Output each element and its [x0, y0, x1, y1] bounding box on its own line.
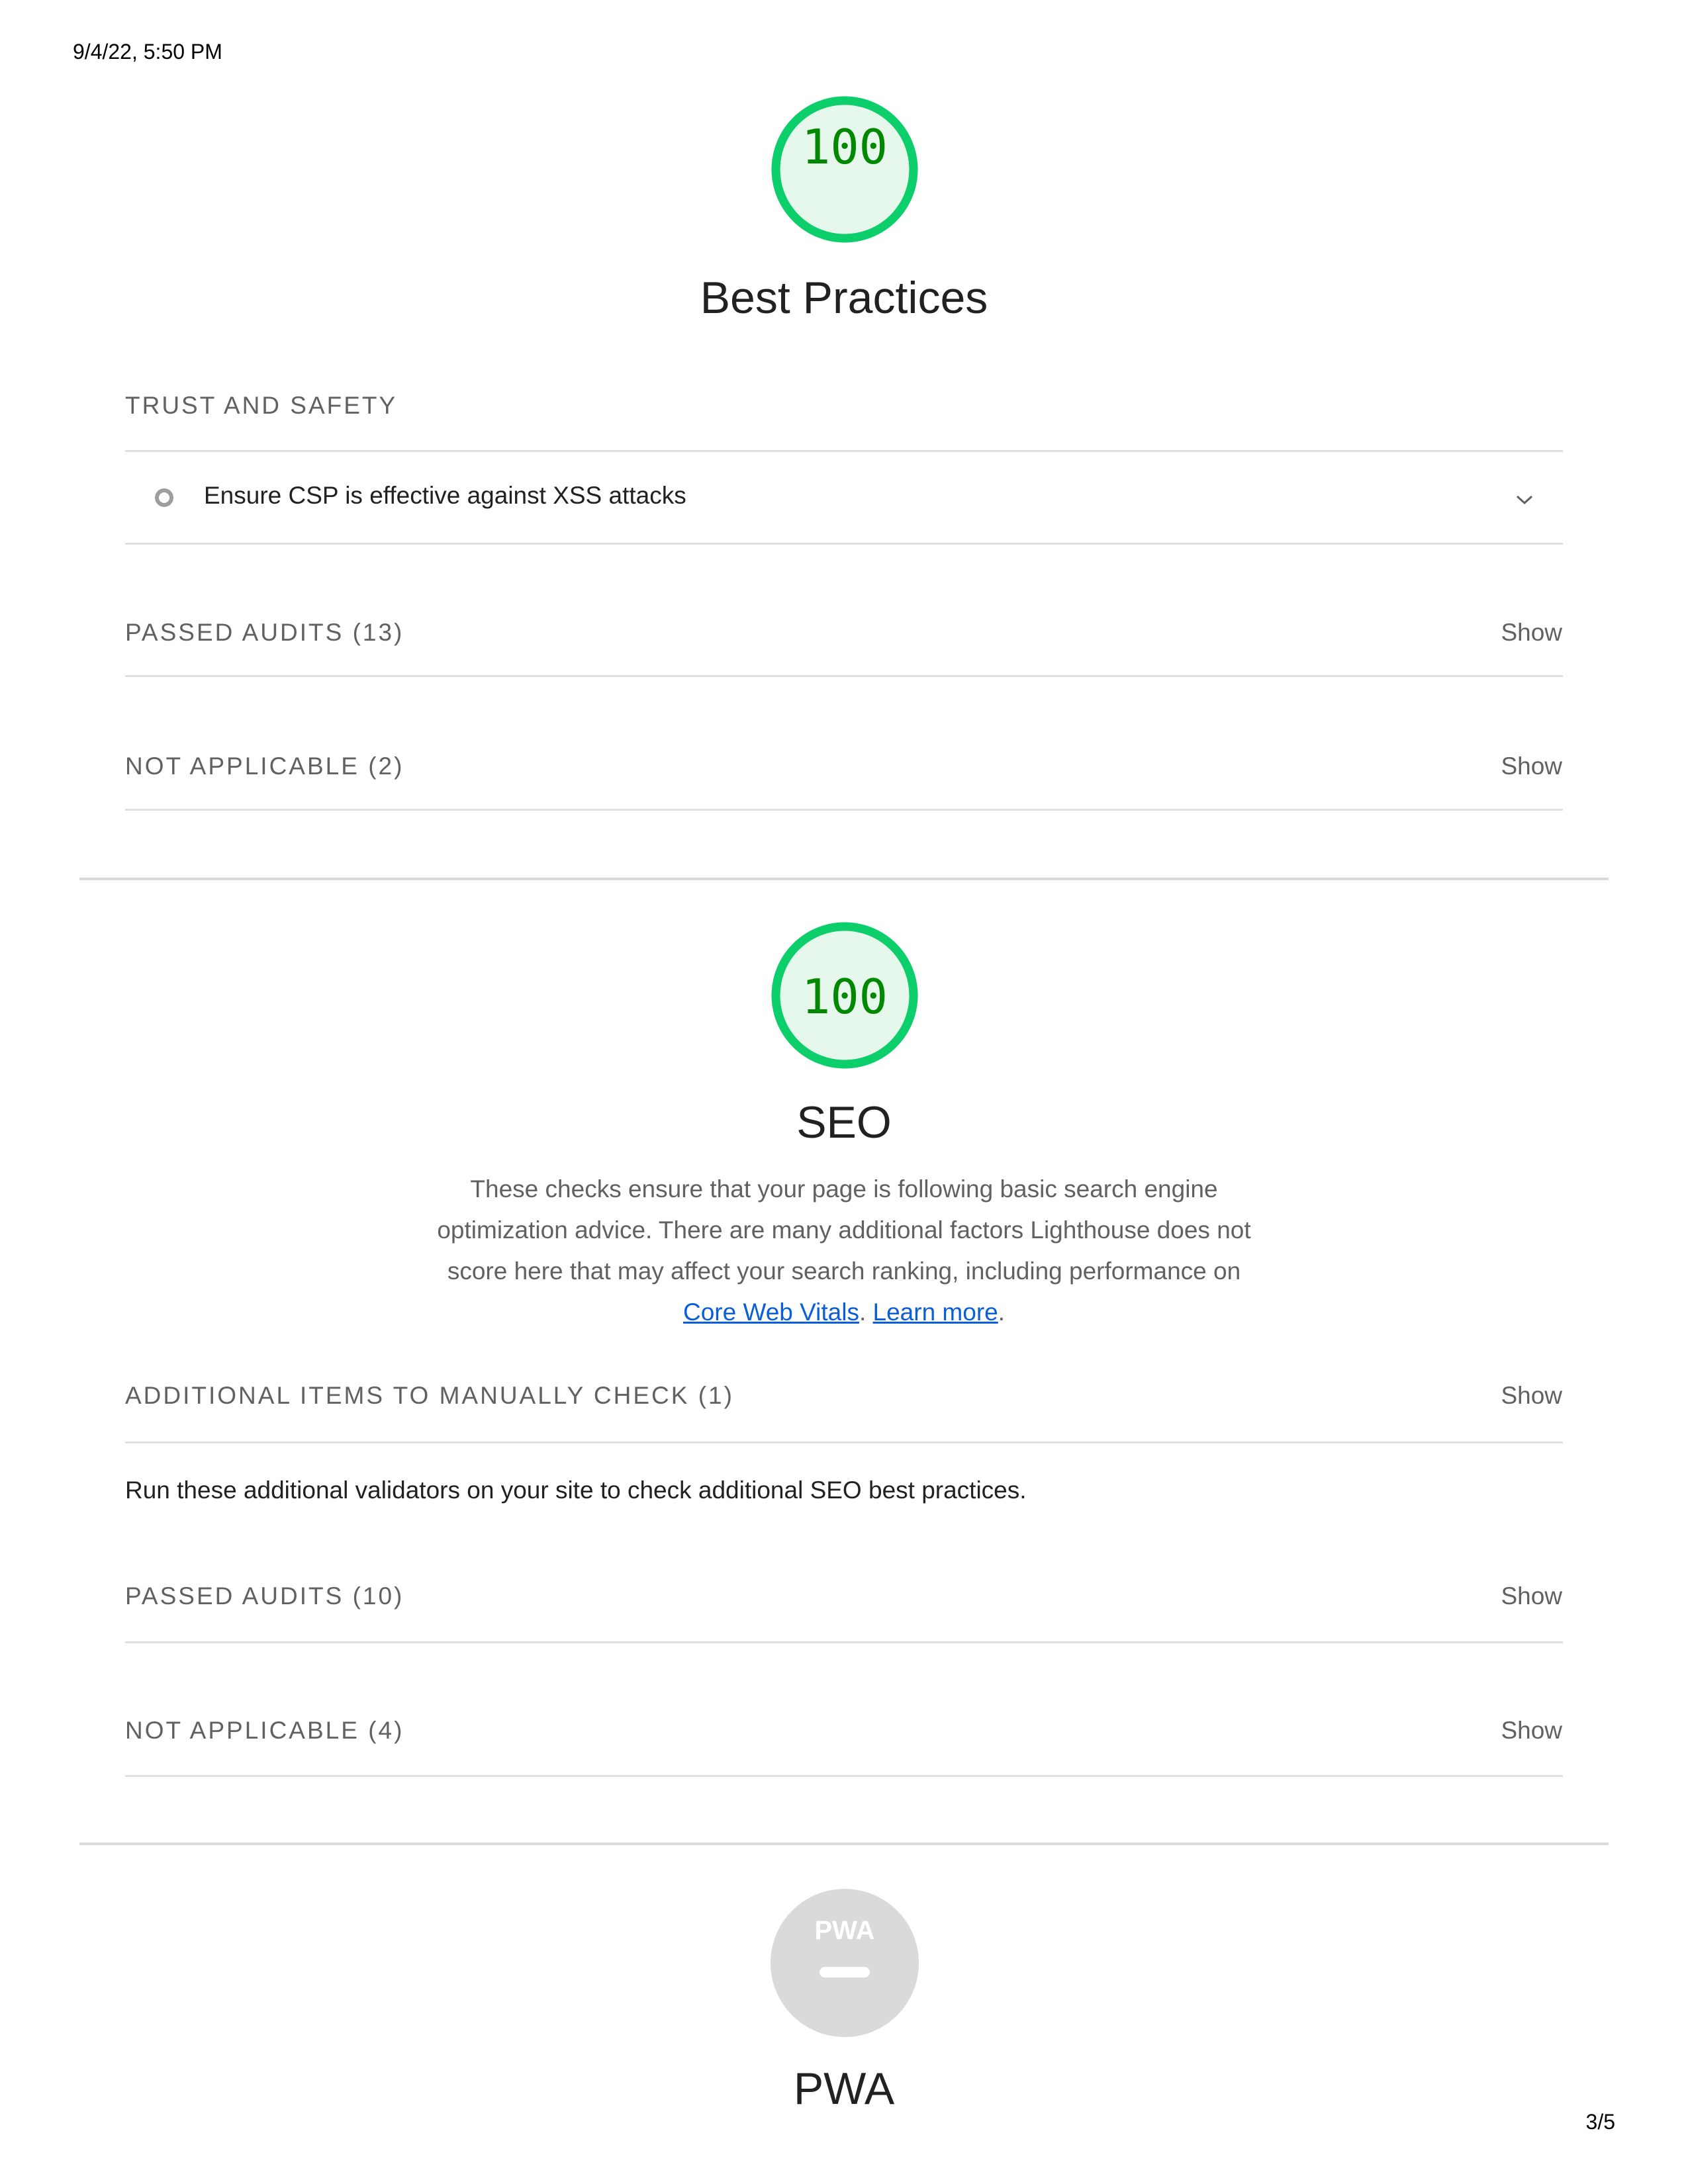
show-passed-audits-button[interactable]: Show: [1501, 620, 1562, 645]
pwa-badge-gauge[interactable]: PWA: [771, 1889, 919, 2037]
show-not-applicable-button[interactable]: Show: [1501, 754, 1562, 778]
divider: [125, 675, 1563, 677]
group-label: PASSED AUDITS: [125, 1582, 344, 1610]
show-not-applicable-button[interactable]: Show: [1501, 1718, 1562, 1743]
divider: [125, 1441, 1563, 1443]
group-label: ADDITIONAL ITEMS TO MANUALLY CHECK: [125, 1382, 690, 1409]
show-passed-audits-button[interactable]: Show: [1501, 1584, 1562, 1608]
seo-score-gauge[interactable]: 100: [771, 921, 919, 1069]
chevron-down-icon[interactable]: [1513, 492, 1536, 507]
pwa-title: PWA: [793, 2064, 895, 2114]
divider: [125, 450, 1563, 452]
group-header-passed-audits[interactable]: PASSED AUDITS (13): [125, 620, 1563, 645]
seo-score: 100: [801, 969, 888, 1024]
audit-title: Ensure CSP is effective against XSS atta…: [204, 482, 686, 509]
best-practices-score-gauge[interactable]: 100: [771, 95, 919, 244]
show-manual-checks-button[interactable]: Show: [1501, 1383, 1562, 1408]
informative-circle-icon: [155, 488, 173, 507]
section-divider: [79, 1843, 1609, 1845]
group-label: PASSED AUDITS: [125, 619, 344, 646]
print-page-number: 3/5: [1585, 2110, 1615, 2134]
group-count: (2): [368, 752, 404, 780]
pwa-badge-icon: PWA: [771, 1889, 919, 2037]
group-count: (1): [698, 1382, 734, 1409]
group-count: (10): [352, 1582, 404, 1610]
seo-title: SEO: [796, 1097, 892, 1148]
learn-more-link[interactable]: Learn more: [873, 1298, 998, 1326]
group-header-not-applicable[interactable]: NOT APPLICABLE (2): [125, 754, 1563, 778]
group-header-manual-checks[interactable]: ADDITIONAL ITEMS TO MANUALLY CHECK (1): [125, 1383, 1563, 1408]
group-header-trust-safety: TRUST AND SAFETY: [125, 392, 398, 419]
divider: [125, 1775, 1563, 1777]
group-label: NOT APPLICABLE: [125, 752, 359, 780]
manual-check-note: Run these additional validators on your …: [125, 1477, 1027, 1504]
group-count: (13): [352, 619, 404, 646]
divider: [125, 543, 1563, 545]
group-header-not-applicable[interactable]: NOT APPLICABLE (4): [125, 1718, 1563, 1743]
dash-icon: [820, 1967, 870, 1978]
pwa-badge-text: PWA: [814, 1916, 874, 1945]
group-header-passed-audits[interactable]: PASSED AUDITS (10): [125, 1584, 1563, 1608]
print-timestamp: 9/4/22, 5:50 PM: [73, 40, 222, 64]
best-practices-score: 100: [801, 119, 888, 175]
core-web-vitals-link[interactable]: Core Web Vitals: [683, 1298, 859, 1326]
group-label: NOT APPLICABLE: [125, 1717, 359, 1744]
section-divider: [79, 878, 1609, 880]
seo-description: These checks ensure that your page is fo…: [420, 1169, 1268, 1333]
description-separator: .: [859, 1298, 867, 1326]
best-practices-title: Best Practices: [700, 273, 988, 323]
divider: [125, 1641, 1563, 1643]
seo-description-text: These checks ensure that your page is fo…: [437, 1175, 1251, 1285]
group-count: (4): [368, 1717, 404, 1744]
description-end: .: [998, 1298, 1006, 1326]
divider: [125, 809, 1563, 811]
